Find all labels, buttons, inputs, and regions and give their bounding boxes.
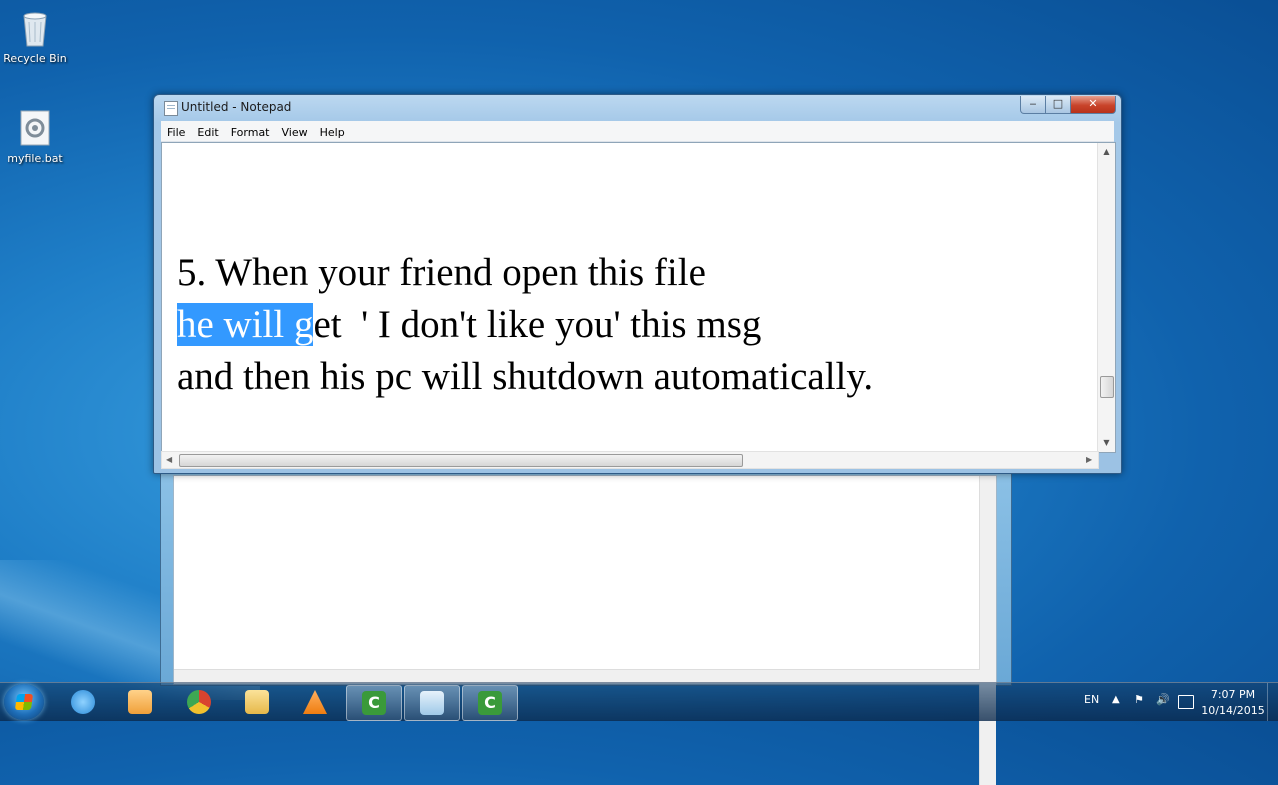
start-button[interactable] xyxy=(4,684,44,720)
desktop-icon-label: Recycle Bin xyxy=(3,52,67,65)
text-line-2: et ' I don't like you' this msg xyxy=(313,303,762,346)
clock-date: 10/14/2015 xyxy=(1201,704,1265,717)
notepad-icon xyxy=(164,101,178,116)
document-text[interactable]: 5. When your friend open this file he wi… xyxy=(177,247,873,403)
scroll-left-icon[interactable]: ◀ xyxy=(166,452,172,467)
menu-format[interactable]: Format xyxy=(225,123,276,139)
network-icon[interactable] xyxy=(1178,695,1194,709)
folder-icon xyxy=(245,690,269,714)
taskbar-notepad[interactable] xyxy=(404,685,460,721)
text-line-3: and then his pc will shutdown automatica… xyxy=(177,355,874,398)
taskbar-explorer[interactable] xyxy=(230,685,284,719)
system-clock[interactable]: 7:07 PM 10/14/2015 xyxy=(1198,687,1268,719)
taskbar-chrome[interactable] xyxy=(172,685,226,719)
taskbar-media-player[interactable] xyxy=(113,685,167,719)
scroll-up-icon[interactable]: ▲ xyxy=(1098,145,1115,159)
camtasia-icon: C xyxy=(478,691,502,715)
text-line-1: 5. When your friend open this file xyxy=(177,251,706,294)
taskbar-vlc[interactable] xyxy=(288,685,342,719)
horizontal-scroll-thumb[interactable] xyxy=(179,454,743,467)
taskbar-internet-explorer[interactable] xyxy=(56,685,110,719)
text-editor[interactable]: 5. When your friend open this file he wi… xyxy=(161,142,1116,453)
taskbar: C C EN ▲ ⚑ 🔊 7:07 PM 10/14/2015 xyxy=(0,682,1278,721)
media-player-icon xyxy=(128,690,152,714)
volume-icon[interactable]: 🔊 xyxy=(1156,693,1170,731)
desktop-icon-recycle-bin[interactable]: Recycle Bin xyxy=(0,8,70,65)
background-window-client xyxy=(173,475,997,785)
scroll-right-icon[interactable]: ▶ xyxy=(1086,452,1092,467)
batch-file-icon xyxy=(15,108,55,148)
show-hidden-icons[interactable]: ▲ xyxy=(1112,694,1120,732)
action-center-flag-icon[interactable]: ⚑ xyxy=(1134,693,1144,731)
menu-bar: File Edit Format View Help xyxy=(161,121,1114,142)
maximize-button[interactable]: □ xyxy=(1045,96,1071,114)
menu-help[interactable]: Help xyxy=(314,123,351,139)
chrome-icon xyxy=(187,690,211,714)
vlc-icon xyxy=(303,690,327,714)
window-title: Untitled - Notepad xyxy=(181,100,292,114)
menu-view[interactable]: View xyxy=(276,123,314,139)
vertical-scrollbar[interactable]: ▲ ▼ xyxy=(1097,143,1115,452)
vertical-scroll-thumb[interactable] xyxy=(1100,376,1114,398)
minimize-button[interactable]: ‒ xyxy=(1020,96,1046,114)
desktop-icon-label: myfile.bat xyxy=(7,152,63,165)
notepad-icon xyxy=(420,691,444,715)
notepad-window[interactable]: Untitled - Notepad ‒ □ ✕ File Edit Format V… xyxy=(153,94,1122,474)
background-vertical-scrollbar[interactable] xyxy=(979,476,996,785)
close-button[interactable]: ✕ xyxy=(1070,96,1116,114)
menu-edit[interactable]: Edit xyxy=(191,123,224,139)
horizontal-scrollbar[interactable]: ◀ ▶ xyxy=(161,451,1099,469)
recycle-bin-icon xyxy=(15,8,55,48)
taskbar-camtasia-recorder[interactable]: C xyxy=(462,685,518,721)
desktop-icon-myfile-bat[interactable]: myfile.bat xyxy=(0,108,70,165)
selected-text: he will g xyxy=(177,303,314,346)
title-bar[interactable]: Untitled - Notepad ‒ □ ✕ xyxy=(154,95,1121,119)
language-indicator[interactable]: EN xyxy=(1084,693,1099,731)
background-window[interactable] xyxy=(160,468,1012,785)
internet-explorer-icon xyxy=(71,690,95,714)
scroll-down-icon[interactable]: ▼ xyxy=(1098,436,1115,450)
clock-time: 7:07 PM xyxy=(1210,688,1256,701)
show-desktop-button[interactable] xyxy=(1267,683,1278,721)
camtasia-icon: C xyxy=(362,691,386,715)
taskbar-camtasia[interactable]: C xyxy=(346,685,402,721)
menu-file[interactable]: File xyxy=(161,123,191,139)
